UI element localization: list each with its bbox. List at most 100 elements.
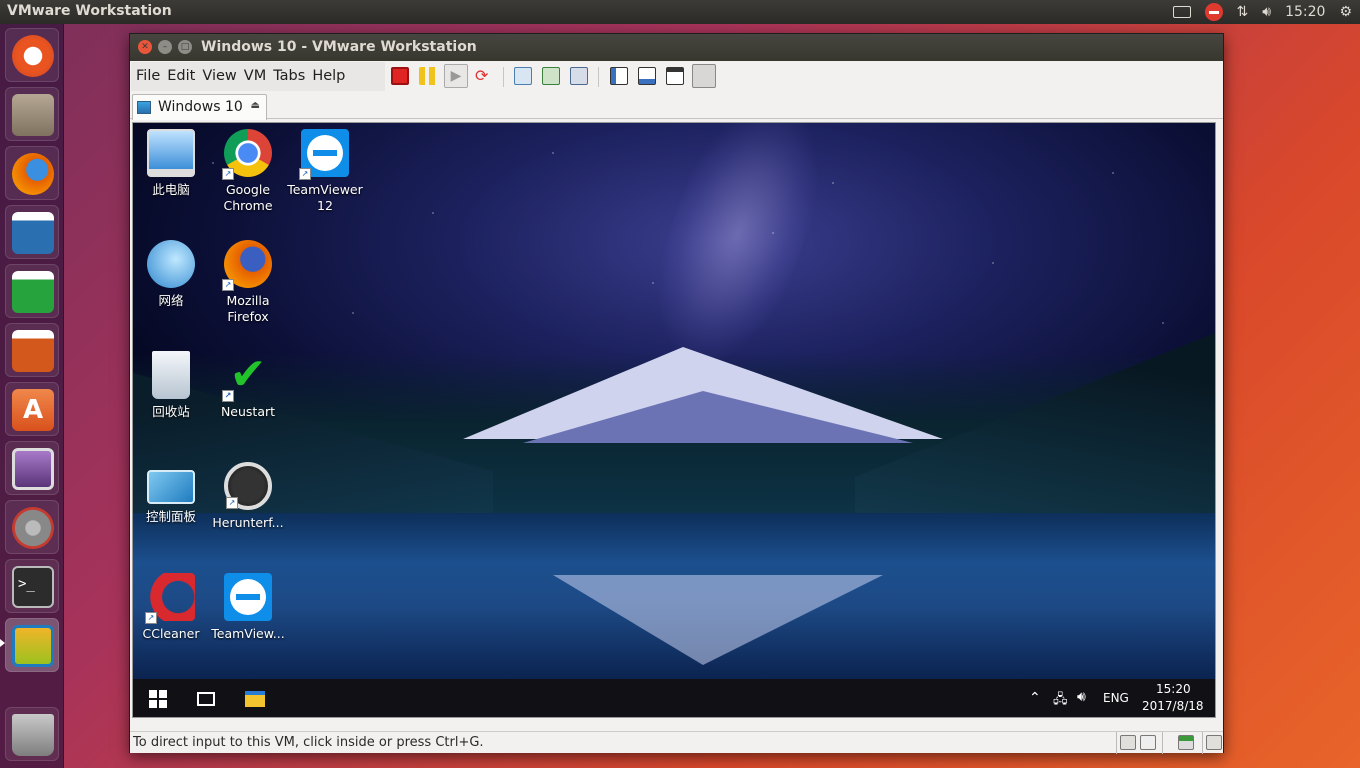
wrench-gear-icon [12,507,54,549]
writer-launcher[interactable] [5,205,59,259]
icon-label: 网络 [158,293,184,308]
task-view-icon [197,692,215,706]
power-off-icon[interactable] [391,67,409,85]
libreoffice-writer-icon [12,212,54,254]
gear-icon[interactable]: ⚙ [1339,4,1352,20]
desktop-icon-recycle-bin[interactable]: 回收站 [133,351,209,420]
chrome-icon: ↗ [222,129,272,180]
taskbar-time[interactable]: 15:20 [1156,682,1191,696]
icon-label: TeamView... [211,626,285,641]
trash-launcher[interactable] [5,707,59,761]
network-icon[interactable]: 🖧︎ [1053,690,1068,712]
tab-windows-10[interactable]: Windows 10 ⏏ [132,94,267,120]
clock[interactable]: 15:20 [1285,4,1325,20]
minimize-icon[interactable]: – [158,40,172,54]
guest-taskbar: ⌃ 🖧︎ 🔊︎ ENG 15:20 2017/8/18 [133,679,1215,717]
desktop-icon-teamviewer-12[interactable]: ↗ TeamViewer 12 [287,129,363,214]
icon-label: Herunterf... [212,515,284,530]
volume-icon[interactable]: 🔊︎ [1262,4,1271,20]
hard-disk-icon[interactable] [1120,735,1136,750]
snapshot-manager-icon[interactable] [570,67,588,85]
message-log-icon[interactable] [1206,735,1222,750]
vmware-icon [12,625,54,667]
desktop-icon-teamviewer-2[interactable]: TeamView... [210,573,286,642]
teamviewer-icon: ↗ [299,129,349,180]
cd-rom-disconnected-icon[interactable] [1140,735,1156,750]
vm-icon [137,101,151,114]
software-launcher[interactable]: A [5,382,59,436]
system-tray: ⇅ 🔊︎ 15:20 ⚙ [1172,0,1352,24]
vmware-launcher[interactable] [5,618,59,672]
maximize-icon[interactable]: □ [178,40,192,54]
this-pc-icon [147,129,195,177]
play-icon[interactable]: ▶ [444,64,468,88]
menu-view[interactable]: View [196,62,236,91]
calc-launcher[interactable] [5,264,59,318]
icon-label: Mozilla Firefox [226,293,270,324]
no-entry-icon[interactable] [1204,3,1223,21]
menu-vm[interactable]: VM [238,62,266,91]
file-explorer-button[interactable] [239,679,269,717]
taskbar-date[interactable]: 2017/8/18 [1142,699,1204,713]
libreoffice-impress-icon [12,330,54,372]
window-titlebar[interactable]: ✕ – □ Windows 10 - VMware Workstation [130,34,1223,61]
snapshot-icon[interactable] [514,67,532,85]
menu-file[interactable]: File [131,62,160,91]
revert-snapshot-icon[interactable] [542,67,560,85]
desktop-icon-network[interactable]: 网络 [133,240,209,309]
files-launcher[interactable] [5,87,59,141]
ubuntu-dash-button[interactable] [5,28,59,82]
thumbnail-bar-icon[interactable] [638,67,656,85]
icon-label: 回收站 [152,404,190,419]
toolbar-separator [598,67,599,87]
status-separator [1202,732,1203,754]
toolbar-separator [503,67,504,87]
shortcut-arrow-icon: ↗ [222,279,234,291]
keyboard-layout-icon[interactable] [1172,6,1191,18]
icon-label: Neustart [220,404,276,419]
desktop-icon-control-panel[interactable]: 控制面板 [133,462,209,525]
full-screen-icon[interactable] [666,67,684,85]
library-icon[interactable] [610,67,628,85]
trash-icon [12,714,54,756]
remote-desktop-launcher[interactable] [5,441,59,495]
menu-edit[interactable]: Edit [161,62,195,91]
pause-icon[interactable] [419,67,437,85]
menu-tabs[interactable]: Tabs [267,62,305,91]
close-icon[interactable]: ✕ [138,40,152,54]
firefox-launcher[interactable] [5,146,59,200]
desktop-icon-chrome[interactable]: ↗ Google Chrome [210,129,286,214]
desktop-icon-neustart[interactable]: ✔ ↗ Neustart [210,351,286,420]
language-indicator[interactable]: ENG [1103,691,1129,705]
icon-label: 此电脑 [152,182,190,197]
start-button[interactable] [143,679,173,717]
terminal-launcher[interactable]: >_ [5,559,59,613]
ccleaner-icon: ↗ [145,573,195,624]
wallpaper-reflection [553,575,883,665]
settings-launcher[interactable] [5,500,59,554]
unity-view-icon[interactable] [692,64,716,88]
network-arrows-icon[interactable]: ⇅ [1237,4,1249,20]
desktop-icon-ccleaner[interactable]: ↗ CCleaner [133,573,209,642]
launcher: A >_ [0,24,64,768]
shortcut-arrow-icon: ↗ [222,168,234,180]
terminal-icon: >_ [12,566,54,608]
desktop-icon-this-pc[interactable]: 此电脑 [133,129,209,198]
vm-console[interactable]: 此电脑 网络 回收站 控制面板 ↗ CCleaner ↗ Google Chro… [132,122,1216,718]
menu-list: File Edit View VM Tabs Help [131,62,385,91]
desktop-icon-herunterfahren[interactable]: ↗ Herunterf... [210,462,286,531]
network-adapter-icon[interactable] [1178,735,1194,750]
control-panel-icon [147,470,195,504]
chevron-up-icon[interactable]: ⌃ [1029,690,1041,706]
volume-icon[interactable]: 🔊︎ [1077,689,1086,705]
shortcut-arrow-icon: ↗ [222,390,234,402]
menu-help[interactable]: Help [306,62,345,91]
eject-icon[interactable]: ⏏ [251,100,260,111]
task-view-button[interactable] [191,679,221,717]
desktop-icon-firefox[interactable]: ↗ Mozilla Firefox [210,240,286,325]
status-separator [1116,732,1117,754]
reset-icon[interactable]: ⟳ [475,67,493,85]
impress-launcher[interactable] [5,323,59,377]
teamviewer-arrow [313,150,337,156]
icon-label: Google Chrome [223,182,273,213]
